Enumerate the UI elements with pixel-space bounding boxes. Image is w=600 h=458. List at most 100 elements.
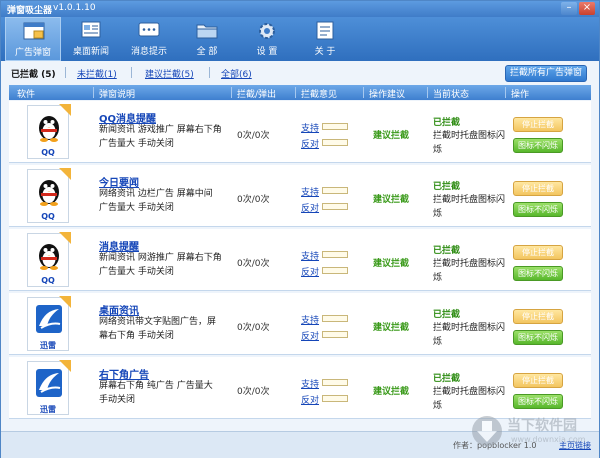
software-thumbnail: QQ [27,104,71,159]
tab-about[interactable]: 关 于 [297,17,353,61]
xunlei-bird-icon [36,369,62,397]
app-title: 弹窗吸尘器 [7,6,53,16]
icon-no-flash-button[interactable]: 图标不闪烁 [513,202,563,217]
tab-settings[interactable]: 设 置 [239,17,295,61]
oppose-bar [322,331,348,338]
block-count: 0次/0次 [237,259,270,269]
table-row: QQ 今日要闻 网络资讯 边栏广告 屏幕中间 广告量大 手动关闭 0次/0次 支… [9,165,591,227]
software-thumbnail: 迅雷 [27,360,71,415]
column-action: 操作 [511,90,530,100]
qq-penguin-icon [39,116,59,142]
icon-no-flash-button[interactable]: 图标不闪烁 [513,394,563,409]
divider [131,67,132,78]
divider [427,87,428,98]
watermark-url: www.downxia.com [511,435,586,444]
gear-icon [259,23,275,39]
table-header: 软件 弹窗说明 拦截/弹出 拦截意见 操作建议 当前状态 操作 [9,85,591,100]
block-count: 0次/0次 [237,131,270,141]
block-count: 0次/0次 [237,195,270,205]
table-row: QQ 消息提醒 新闻资讯 网游推广 屏幕右下角 广告量大 手动关闭 0次/0次 … [9,229,591,291]
stop-blocking-button[interactable]: 停止拦截 [513,373,563,388]
support-bar [322,315,348,322]
oppose-bar [322,139,348,146]
icon-no-flash-button[interactable]: 图标不闪烁 [513,266,563,281]
oppose-link[interactable]: 反对 [301,265,319,278]
watermark-text: 当下软件园 [507,418,577,434]
divider [65,67,66,78]
filter-unblocked[interactable]: 未拦截(1) [77,67,117,80]
stop-blocking-button[interactable]: 停止拦截 [513,181,563,196]
close-button[interactable]: × [579,2,595,15]
tab-popup-ads[interactable]: 广告弹窗 [5,17,61,61]
support-link[interactable]: 支持 [301,249,319,262]
divider [209,67,210,78]
oppose-bar [322,203,348,210]
tab-label: 消息提示 [130,47,167,57]
download-arrow-icon [472,416,502,446]
icon-no-flash-button[interactable]: 图标不闪烁 [513,138,563,153]
block-count: 0次/0次 [237,387,270,397]
divider [295,87,296,98]
tab-label: 关 于 [314,47,336,57]
support-link[interactable]: 支持 [301,121,319,134]
status-text: 已拦截 [433,182,461,192]
app-version: v1.0.1.10 [53,3,96,13]
status-text: 已拦截 [433,246,461,256]
table-row: 迅雷 桌面资讯 网络资讯带文字贴图广告，屏幕右下角 手动关闭 0次/0次 支持 … [9,293,591,355]
icon-no-flash-button[interactable]: 图标不闪烁 [513,330,563,345]
desktop-news-icon [81,21,101,38]
tab-label: 广告弹窗 [14,48,51,58]
status-detail: 拦截时托盘图标闪烁 [433,387,506,411]
status-detail: 拦截时托盘图标闪烁 [433,323,506,347]
suggestion-text: 建议拦截 [373,323,410,333]
qq-penguin-icon [39,244,59,270]
software-name: QQ [41,276,55,285]
stop-blocking-button[interactable]: 停止拦截 [513,309,563,324]
filter-all[interactable]: 全部(6) [221,67,252,80]
oppose-bar [322,395,348,402]
column-count: 拦截/弹出 [237,90,277,100]
popup-description: 网络资讯带文字贴图广告，屏幕右下角 手动关闭 [99,317,217,341]
software-name: 迅雷 [40,405,56,414]
qq-penguin-icon [39,180,59,206]
tab-label: 全 部 [196,47,218,57]
column-description: 弹窗说明 [99,90,136,100]
popup-description: 新闻资讯 游戏推广 屏幕右下角 广告量大 手动关闭 [99,125,222,149]
stop-blocking-button[interactable]: 停止拦截 [513,117,563,132]
block-count: 0次/0次 [237,323,270,333]
app-window: 弹窗吸尘器 v1.0.1.10 – × 广告弹窗 桌面新闻 消息提示 全 部 设… [0,0,600,458]
status-text: 已拦截 [433,310,461,320]
oppose-link[interactable]: 反对 [301,329,319,342]
column-suggestion: 操作建议 [369,90,406,100]
tab-messages[interactable]: 消息提示 [121,17,177,61]
filter-blocked[interactable]: 已拦截 (5) [11,67,56,80]
stop-blocking-button[interactable]: 停止拦截 [513,245,563,260]
software-thumbnail: 迅雷 [27,296,71,351]
oppose-link[interactable]: 反对 [301,393,319,406]
software-thumbnail: QQ [27,232,71,287]
oppose-link[interactable]: 反对 [301,137,319,150]
support-link[interactable]: 支持 [301,377,319,390]
divider [505,87,506,98]
software-name: QQ [41,148,55,157]
oppose-bar [322,267,348,274]
popup-window-icon [23,22,45,40]
support-link[interactable]: 支持 [301,185,319,198]
minimize-button[interactable]: – [561,2,577,15]
tab-all[interactable]: 全 部 [179,17,235,61]
filter-suggested[interactable]: 建议拦截(5) [145,67,194,80]
suggestion-text: 建议拦截 [373,259,410,269]
status-detail: 拦截时托盘图标闪烁 [433,259,506,283]
status-text: 已拦截 [433,118,461,128]
software-thumbnail: QQ [27,168,71,223]
software-name: 迅雷 [40,341,56,350]
xunlei-bird-icon [36,305,62,333]
divider [363,87,364,98]
popup-description: 屏幕右下角 纯广告 广告量大 手动关闭 [99,381,213,405]
tab-desktop-news[interactable]: 桌面新闻 [63,17,119,61]
oppose-link[interactable]: 反对 [301,201,319,214]
popup-list: QQ QQ消息提醒 新闻资讯 游戏推广 屏幕右下角 广告量大 手动关闭 0次/0… [9,101,591,431]
block-all-button[interactable]: 拦截所有广告弹窗 [505,65,587,82]
support-link[interactable]: 支持 [301,313,319,326]
popup-description: 新闻资讯 网游推广 屏幕右下角 广告量大 手动关闭 [99,253,222,277]
